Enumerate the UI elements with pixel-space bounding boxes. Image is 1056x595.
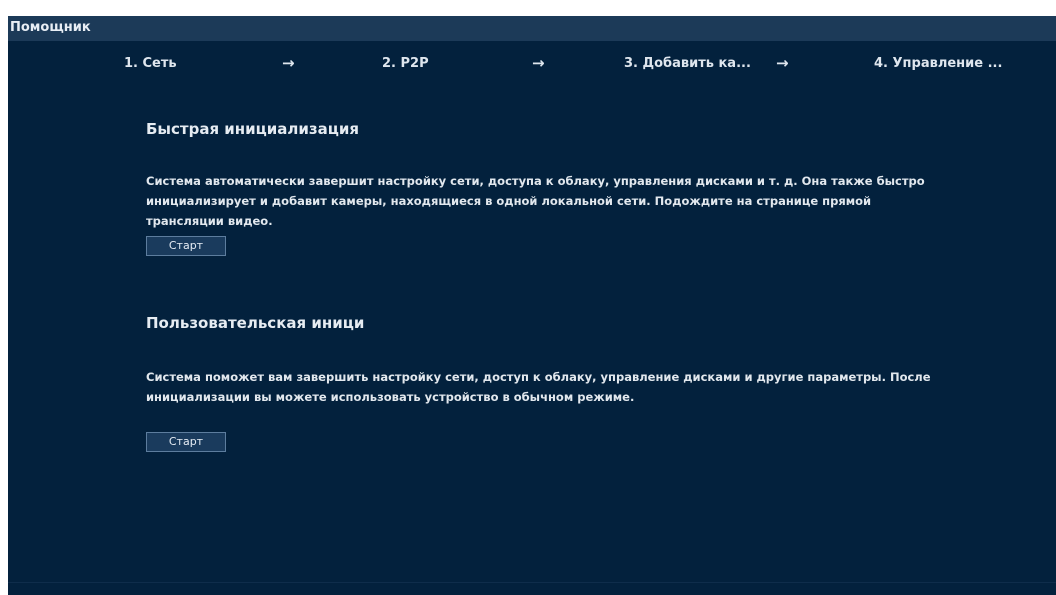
step-add-camera[interactable]: 3. Добавить ка... bbox=[624, 56, 751, 71]
arrow-right-icon: → bbox=[776, 54, 789, 72]
quick-init-description: Система автоматически завершит настройку… bbox=[146, 174, 925, 228]
custom-init-title: Пользовательская иници bbox=[146, 314, 365, 332]
wizard-steps: 1. Сеть → 2. P2P → 3. Добавить ка... → 4… bbox=[8, 41, 1056, 81]
step-p2p[interactable]: 2. P2P bbox=[382, 56, 429, 71]
custom-start-button[interactable]: Старт bbox=[146, 432, 226, 452]
divider bbox=[8, 582, 1056, 583]
arrow-right-icon: → bbox=[532, 54, 545, 72]
setup-wizard-window: Помощник 1. Сеть → 2. P2P → 3. Добавить … bbox=[8, 16, 1056, 595]
arrow-right-icon: → bbox=[282, 54, 295, 72]
quick-start-button[interactable]: Старт bbox=[146, 236, 226, 256]
custom-init-description: Система поможет вам завершить настройку … bbox=[146, 370, 931, 404]
quick-init-title: Быстрая инициализация bbox=[146, 120, 360, 138]
step-management[interactable]: 4. Управление ... bbox=[874, 56, 1002, 71]
step-network[interactable]: 1. Сеть bbox=[124, 56, 177, 71]
title-bar: Помощник bbox=[8, 16, 1056, 41]
window-title: Помощник bbox=[10, 20, 91, 35]
